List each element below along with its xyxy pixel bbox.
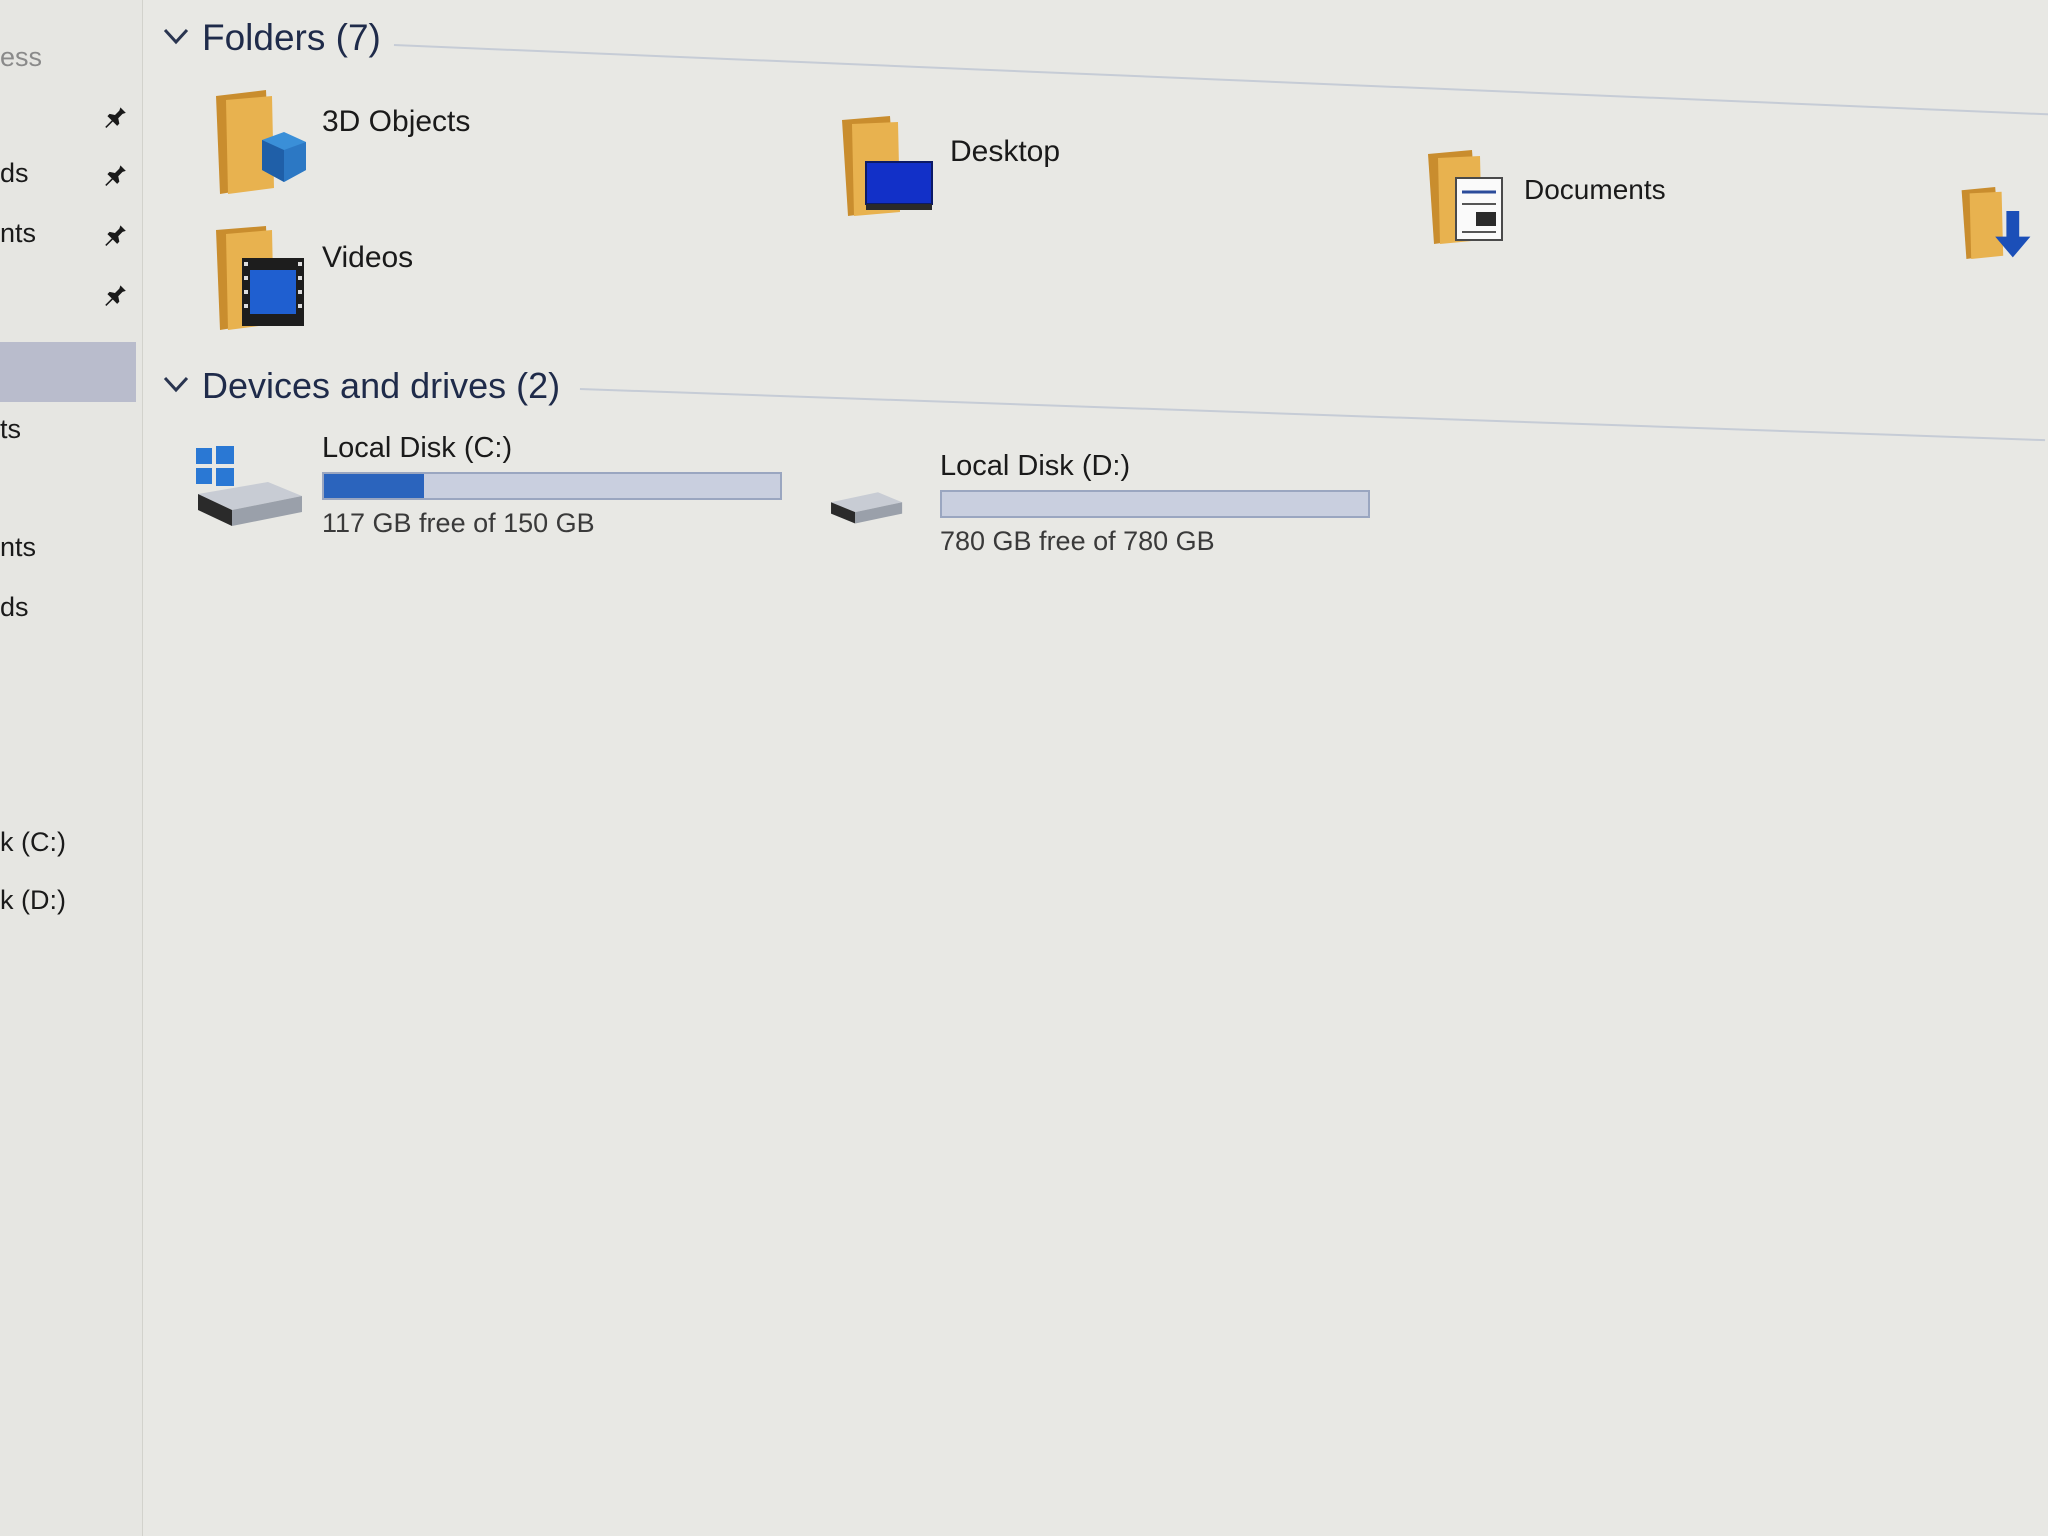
folder-downloads[interactable] [1960, 186, 2048, 306]
folder-videos[interactable]: Videos [212, 226, 572, 346]
nav-item-pinned-1[interactable] [0, 88, 142, 142]
nav-item-label: ds [0, 158, 29, 188]
group-divider [579, 388, 2046, 442]
3d-objects-folder-icon [216, 90, 306, 194]
nav-item-local-disk-d[interactable]: k (D:) [0, 873, 142, 927]
nav-item-documents-2[interactable]: nts [0, 520, 142, 574]
drive-free-space: 780 GB free of 780 GB [940, 526, 1215, 556]
folder-documents[interactable]: Documents [1426, 150, 1786, 270]
nav-item-label: nts [0, 532, 37, 562]
nav-item-label: ess [0, 42, 43, 72]
nav-item-3d-objects[interactable]: ts [0, 402, 142, 456]
folder-desktop[interactable]: Desktop [840, 116, 1200, 236]
group-title: Devices and drives (2) [202, 365, 561, 406]
folder-label: Desktop [950, 135, 1061, 168]
pin-icon [105, 104, 126, 128]
folders-group-header[interactable]: Folders (7) [162, 16, 562, 60]
nav-item-label: ds [0, 592, 29, 622]
drive-free-space: 117 GB free of 150 GB [322, 508, 595, 538]
hard-drive-icon [831, 492, 903, 524]
drive-name: Local Disk (C:) [322, 432, 513, 464]
desktop-folder-icon [842, 116, 933, 216]
nav-item-downloads-2[interactable]: ds [0, 580, 142, 634]
folder-label: 3D Objects [322, 105, 471, 138]
drive-local-disk-c[interactable]: Local Disk (C:) 117 GB free of 150 GB [194, 430, 794, 550]
nav-item-this-pc[interactable] [0, 342, 136, 402]
group-title: Folders (7) [202, 17, 381, 58]
pin-icon [105, 282, 126, 306]
chevron-down-icon [163, 376, 189, 393]
group-divider [393, 44, 2048, 116]
windows-drive-icon [196, 446, 302, 526]
drive-usage-fill [324, 474, 425, 498]
nav-item-documents[interactable]: nts [0, 206, 142, 260]
videos-folder-icon [216, 226, 304, 330]
content-pane: Folders (7) 3D Objects Desktop Documents… [142, 0, 2048, 1536]
nav-item-local-disk-c[interactable]: k (C:) [0, 815, 142, 869]
folder-3d-objects[interactable]: 3D Objects [212, 90, 572, 210]
folder-label: Documents [1524, 174, 1666, 205]
pin-icon [105, 162, 126, 186]
nav-item-quick-access[interactable]: ess [0, 30, 142, 84]
nav-item-downloads[interactable]: ds [0, 146, 142, 200]
drives-group-header[interactable]: Devices and drives (2) [162, 364, 682, 408]
nav-item-label: ts [0, 414, 22, 444]
pin-icon [105, 222, 126, 246]
nav-item-label: k (C:) [0, 827, 66, 857]
downloads-folder-icon [1961, 187, 2031, 259]
nav-item-pinned-4[interactable] [0, 266, 142, 320]
nav-item-label: nts [0, 218, 37, 248]
drive-name: Local Disk (D:) [940, 450, 1131, 482]
documents-folder-icon [1428, 150, 1503, 244]
drive-usage-bar [940, 490, 1370, 518]
drive-local-disk-d[interactable]: Local Disk (D:) 780 GB free of 780 GB [814, 448, 1414, 568]
navigation-pane: ess ds nts ts nts ds k (C:) k (D:) [0, 0, 143, 1536]
folder-label: Videos [322, 241, 414, 274]
drive-usage-bar [322, 472, 782, 500]
chevron-down-icon [163, 28, 189, 45]
nav-item-label: k (D:) [0, 885, 66, 915]
